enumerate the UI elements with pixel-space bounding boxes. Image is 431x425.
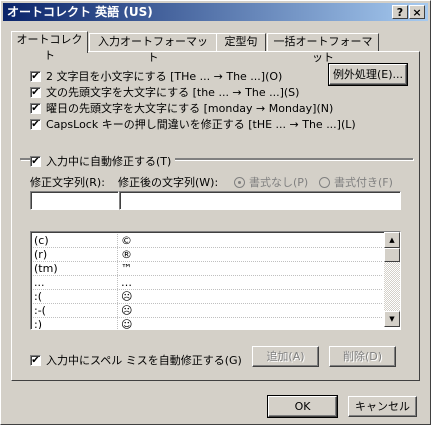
checkbox-icon[interactable]: ✔ <box>30 155 41 167</box>
option-two-initial-capitals[interactable]: ✔ 2 文字目を小文字にする [THe ... → The ...](O) <box>30 68 282 84</box>
autocorrect-dialog: オートコレクト 英語 (US) ? × オートコレクト 入力オートフォーマット … <box>0 0 431 425</box>
tab-autotext[interactable]: 定型句 <box>216 33 266 51</box>
option-label: 曜日の先頭文字を大文字にする [monday → Monday](N) <box>46 102 334 115</box>
scroll-thumb[interactable] <box>384 248 400 262</box>
autocorrect-entries-list[interactable]: (c) © (r) ® (tm) ™ ... … :( ☹ :-( ☹:) ☺… <box>30 231 401 330</box>
list-item[interactable]: :( ☹ <box>33 290 382 304</box>
replace-input[interactable] <box>30 191 119 210</box>
checkbox-icon[interactable]: ✔ <box>30 354 41 366</box>
checkbox-icon[interactable]: ✔ <box>30 118 41 130</box>
radio-icon[interactable] <box>234 176 245 188</box>
scroll-up-icon[interactable]: ▲ <box>384 232 400 248</box>
list-item[interactable]: (r) ® <box>33 248 382 262</box>
spelling-label: 入力中にスペル ミスを自動修正する(G) <box>46 354 242 367</box>
vertical-scrollbar[interactable]: ▲ ▼ <box>384 232 400 327</box>
list-item[interactable]: ... … <box>33 276 382 290</box>
ok-button[interactable]: OK <box>267 395 338 418</box>
close-button[interactable]: × <box>409 5 425 19</box>
checkbox-icon[interactable]: ✔ <box>30 70 41 82</box>
add-button[interactable]: 追加(A) <box>252 346 319 367</box>
option-label: 2 文字目を小文字にする [THe ... → The ...](O) <box>46 70 283 83</box>
autoreplace-label: 入力中に自動修正する(T) <box>46 155 172 168</box>
formatted-text-radio[interactable]: 書式付き(F) <box>319 174 393 190</box>
scroll-down-icon[interactable]: ▼ <box>384 311 400 327</box>
option-caps-lock[interactable]: ✔ CapsLock キーの押し間違いを修正する [tHE ... → The … <box>30 116 356 132</box>
checkbox-icon[interactable]: ✔ <box>30 86 41 98</box>
delete-button[interactable]: 削除(D) <box>329 346 396 367</box>
tab-autoformat-as-you-type[interactable]: 入力オートフォーマット <box>89 33 217 64</box>
cancel-button[interactable]: キャンセル <box>348 396 417 417</box>
help-button[interactable]: ? <box>392 5 408 19</box>
option-capitalize-sentences[interactable]: ✔ 文の先頭文字を大文字にする [the ... → The ...](S) <box>30 84 299 100</box>
list-item[interactable]: (c) © <box>33 234 382 248</box>
title-bar: オートコレクト 英語 (US) ? × <box>3 3 428 21</box>
plain-text-radio[interactable]: 書式なし(P) <box>234 174 308 190</box>
with-input[interactable] <box>119 191 401 210</box>
option-capitalize-days[interactable]: ✔ 曜日の先頭文字を大文字にする [monday → Monday](N) <box>30 100 333 116</box>
replace-label: 修正文字列(R): <box>30 176 105 189</box>
window-title: オートコレクト 英語 (US) <box>7 5 153 19</box>
list-item[interactable]: :) ☺ <box>33 318 382 329</box>
autoreplace-toggle[interactable]: ✔ 入力中に自動修正する(T) <box>30 153 176 169</box>
option-label: CapsLock キーの押し間違いを修正する [tHE ... → The ..… <box>46 118 356 131</box>
spelling-autocorrect-toggle[interactable]: ✔ 入力中にスペル ミスを自動修正する(G) <box>30 352 242 368</box>
scroll-track[interactable] <box>384 262 400 311</box>
checkbox-icon[interactable]: ✔ <box>30 102 41 114</box>
radio-icon[interactable] <box>319 176 330 188</box>
with-label: 修正後の文字列(W): <box>118 176 219 189</box>
autocorrect-panel: ✔ 2 文字目を小文字にする [THe ... → The ...](O) ✔ … <box>11 51 420 381</box>
option-label: 文の先頭文字を大文字にする [the ... → The ...](S) <box>46 86 300 99</box>
exceptions-button[interactable]: 例外処理(E)... <box>328 63 408 86</box>
tab-autoformat[interactable]: 一括オートフォーマット <box>267 33 379 64</box>
tab-autocorrect[interactable]: オートコレクト <box>11 31 88 62</box>
list-item[interactable]: :-( ☹ <box>33 304 382 318</box>
list-item[interactable]: (tm) ™ <box>33 262 382 276</box>
